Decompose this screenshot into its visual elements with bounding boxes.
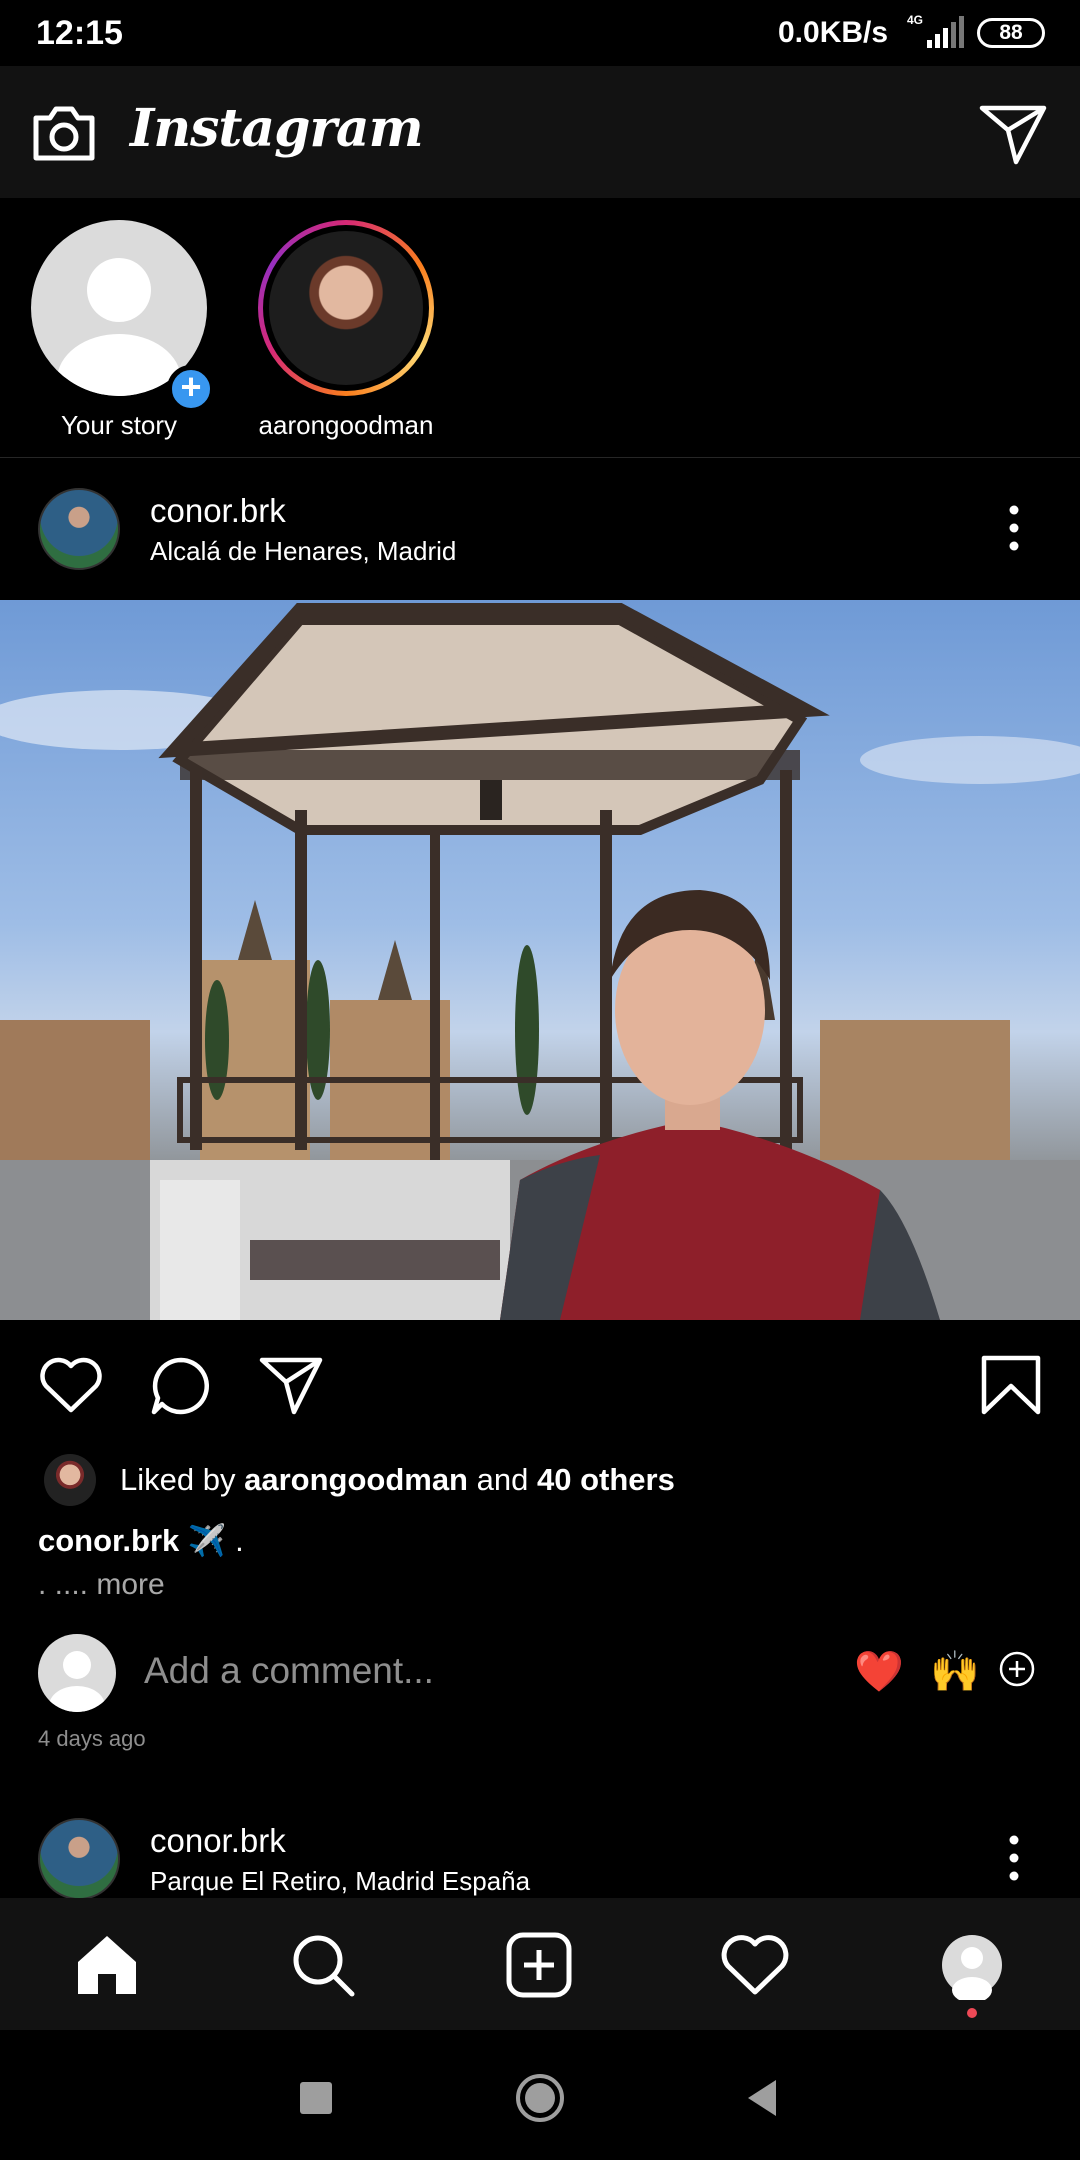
comment-input[interactable]: Add a comment... — [144, 1650, 434, 1692]
back-icon[interactable] — [736, 2070, 792, 2126]
comment-icon[interactable] — [148, 1354, 214, 1416]
story-aarongoodman[interactable]: aarongoodman — [236, 220, 456, 441]
post-image[interactable] — [0, 600, 1080, 1320]
story-label: aarongoodman — [258, 410, 434, 440]
likes-user[interactable]: aarongoodman — [244, 1462, 468, 1497]
avatar — [44, 1454, 96, 1506]
avatar[interactable] — [38, 1818, 120, 1900]
story-label: Your story — [60, 410, 178, 440]
post-username[interactable]: conor.brk — [150, 1822, 286, 1860]
reaction-heart[interactable]: ❤️ — [854, 1648, 904, 1695]
instagram-logo: Instagram — [130, 98, 424, 159]
avatar — [269, 231, 423, 385]
comment-row: Add a comment... ❤️ 🙌 — [0, 1630, 1080, 1714]
direct-message-icon[interactable] — [978, 102, 1048, 166]
profile-icon[interactable] — [937, 1930, 1007, 2000]
likes-text: Liked by aarongoodman and 40 others — [120, 1462, 675, 1498]
notification-dot — [967, 2008, 977, 2018]
reaction-raised-hands[interactable]: 🙌 — [930, 1648, 980, 1695]
network-type: 4G — [907, 13, 923, 27]
default-avatar-icon — [49, 1651, 105, 1712]
likes-others[interactable]: 40 others — [537, 1462, 675, 1497]
post-actions — [0, 1340, 1080, 1430]
signal-icon: 4G — [907, 13, 964, 48]
caption-more[interactable]: . .... more — [38, 1568, 165, 1602]
home-button-icon[interactable] — [512, 2070, 568, 2126]
caption-text: ✈️ . — [187, 1523, 244, 1558]
story-your-story[interactable]: + Your story — [9, 220, 229, 441]
activity-heart-icon[interactable] — [720, 1930, 790, 2000]
avatar — [38, 1634, 116, 1712]
app-header: Instagram — [0, 66, 1080, 198]
status-bar: 12:15 0.0KB/s 4G 88 — [0, 0, 1080, 66]
post-header: conor.brk Alcalá de Henares, Madrid — [0, 458, 1080, 598]
post-location[interactable]: Alcalá de Henares, Madrid — [150, 536, 456, 567]
system-navigation-bar — [0, 2030, 1080, 2160]
battery-indicator: 88 — [977, 18, 1045, 48]
more-options-icon[interactable] — [1000, 1832, 1028, 1884]
post-username[interactable]: conor.brk — [150, 492, 286, 530]
camera-icon[interactable] — [30, 100, 98, 164]
home-icon[interactable] — [72, 1930, 142, 2000]
story-ring — [258, 220, 434, 396]
add-story-icon[interactable]: + — [167, 365, 215, 413]
post-caption: conor.brk ✈️ . — [38, 1522, 244, 1559]
more-link[interactable]: more — [96, 1568, 164, 1601]
avatar[interactable] — [38, 488, 120, 570]
more-options-icon[interactable] — [1000, 502, 1028, 554]
post-timestamp: 4 days ago — [38, 1726, 146, 1751]
add-reaction-icon[interactable] — [998, 1650, 1036, 1688]
status-network-speed: 0.0KB/s — [778, 16, 889, 49]
caption-ellipsis: . .... — [38, 1568, 89, 1601]
search-icon[interactable] — [288, 1930, 358, 2000]
recent-apps-icon[interactable] — [288, 2070, 344, 2126]
likes-summary[interactable]: Liked by aarongoodman and 40 others — [0, 1450, 1080, 1510]
add-post-icon[interactable] — [504, 1930, 574, 2000]
stories-tray: + Your story aarongoodman — [0, 198, 1080, 458]
share-icon[interactable] — [258, 1354, 324, 1416]
bottom-navigation — [0, 1898, 1080, 2030]
caption-username[interactable]: conor.brk — [38, 1523, 179, 1558]
bookmark-icon[interactable] — [978, 1354, 1044, 1416]
heart-icon[interactable] — [38, 1354, 104, 1416]
post-location[interactable]: Parque El Retiro, Madrid España — [150, 1866, 530, 1897]
likes-and: and — [476, 1462, 529, 1497]
likes-prefix: Liked by — [120, 1462, 236, 1497]
status-time: 12:15 — [36, 14, 123, 52]
post-photo — [0, 603, 1080, 1320]
